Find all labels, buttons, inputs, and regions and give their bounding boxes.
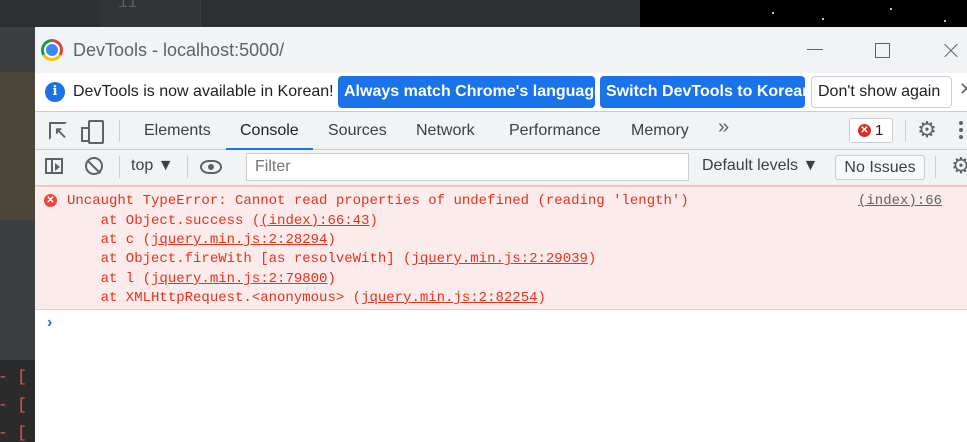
chrome-logo-icon xyxy=(41,39,63,61)
stack-frame-link[interactable]: (index):66:43 xyxy=(260,213,369,229)
live-expression-eye-icon[interactable] xyxy=(200,160,222,174)
tab-elements[interactable]: Elements xyxy=(144,112,211,149)
console-settings-gear-icon[interactable]: ⚙ xyxy=(949,154,967,178)
error-icon: ✕ xyxy=(858,124,871,137)
inspect-element-icon[interactable] xyxy=(47,120,69,143)
context-selector[interactable]: top ▼ xyxy=(131,157,174,175)
maximize-button[interactable] xyxy=(864,35,900,65)
toolbar-divider xyxy=(119,120,120,142)
language-infobar: i DevTools is now available in Korean! A… xyxy=(35,73,967,112)
console-prompt[interactable]: › xyxy=(47,314,52,332)
toolbar-divider xyxy=(187,156,188,178)
error-source-link[interactable]: (index):66 xyxy=(858,193,942,209)
stack-frame-link[interactable]: jquery.min.js:2:29039 xyxy=(411,251,587,267)
stack-frame: at Object.fireWith [as resolveWith] (jqu… xyxy=(67,251,597,267)
stack-frame-link[interactable]: jquery.min.js:2:82254 xyxy=(361,290,537,306)
device-toolbar-icon[interactable] xyxy=(81,120,104,144)
stack-frame: at c (jquery.min.js:2:28294) xyxy=(67,232,336,248)
stack-frame: at l (jquery.min.js:2:79800) xyxy=(67,271,336,287)
background-editor-lower: - [ - [ - [ xyxy=(0,360,35,442)
stack-frame: at XMLHttpRequest.<anonymous> (jquery.mi… xyxy=(67,290,546,306)
stack-frame: at Object.success ((index):66:43) xyxy=(67,213,378,229)
console-output: ✕ Uncaught TypeError: Cannot read proper… xyxy=(35,186,967,442)
editor-line-number: 11 xyxy=(118,0,138,12)
error-message: Uncaught TypeError: Cannot read properti… xyxy=(67,193,689,209)
error-count-badge[interactable]: ✕ 1 xyxy=(849,118,893,143)
toolbar-divider xyxy=(119,156,120,178)
tab-performance[interactable]: Performance xyxy=(509,112,601,149)
close-window-button[interactable] xyxy=(933,35,967,65)
minimize-button[interactable] xyxy=(797,35,833,65)
infobar-message: DevTools is now available in Korean! xyxy=(73,83,334,100)
error-icon: ✕ xyxy=(44,194,57,207)
tab-network[interactable]: Network xyxy=(416,112,475,149)
info-icon: i xyxy=(45,82,65,102)
switch-to-korean-button[interactable]: Switch DevTools to Korean xyxy=(600,76,812,108)
error-count: 1 xyxy=(875,122,884,139)
issues-button[interactable]: No Issues xyxy=(835,155,925,180)
infobar-close-icon[interactable]: ✕ xyxy=(959,79,967,100)
toolbar-divider xyxy=(905,120,906,142)
filter-input[interactable] xyxy=(246,153,689,181)
tab-sources[interactable]: Sources xyxy=(328,112,387,149)
log-levels-dropdown[interactable]: Default levels ▼ xyxy=(702,157,818,175)
settings-gear-icon[interactable]: ⚙ xyxy=(915,118,939,142)
more-options-icon[interactable] xyxy=(959,121,963,141)
more-tabs-icon[interactable]: » xyxy=(718,116,729,139)
stack-frame-link[interactable]: jquery.min.js:2:79800 xyxy=(151,271,327,287)
error-message-block: ✕ Uncaught TypeError: Cannot read proper… xyxy=(35,186,967,310)
always-match-language-button[interactable]: Always match Chrome's language xyxy=(338,76,603,108)
editor-gutter xyxy=(100,0,201,27)
background-editor-highlight xyxy=(0,72,35,220)
show-sidebar-icon[interactable] xyxy=(45,158,63,174)
dont-show-again-button[interactable]: Don't show again xyxy=(811,76,952,108)
background-desktop xyxy=(640,0,967,27)
console-toolbar: top ▼ Default levels ▼ No Issues ⚙ xyxy=(35,150,967,186)
devtools-window: DevTools - localhost:5000/ i DevTools is… xyxy=(35,27,967,442)
tab-console[interactable]: Console xyxy=(226,112,313,150)
tab-memory[interactable]: Memory xyxy=(631,112,689,149)
window-title: DevTools - localhost:5000/ xyxy=(73,40,285,60)
clear-console-icon[interactable] xyxy=(85,157,103,175)
toolbar-divider xyxy=(935,156,936,178)
title-bar: DevTools - localhost:5000/ xyxy=(35,27,967,73)
panel-tab-bar: Elements Console Sources Network Perform… xyxy=(35,112,967,150)
stack-frame-link[interactable]: jquery.min.js:2:28294 xyxy=(151,232,327,248)
